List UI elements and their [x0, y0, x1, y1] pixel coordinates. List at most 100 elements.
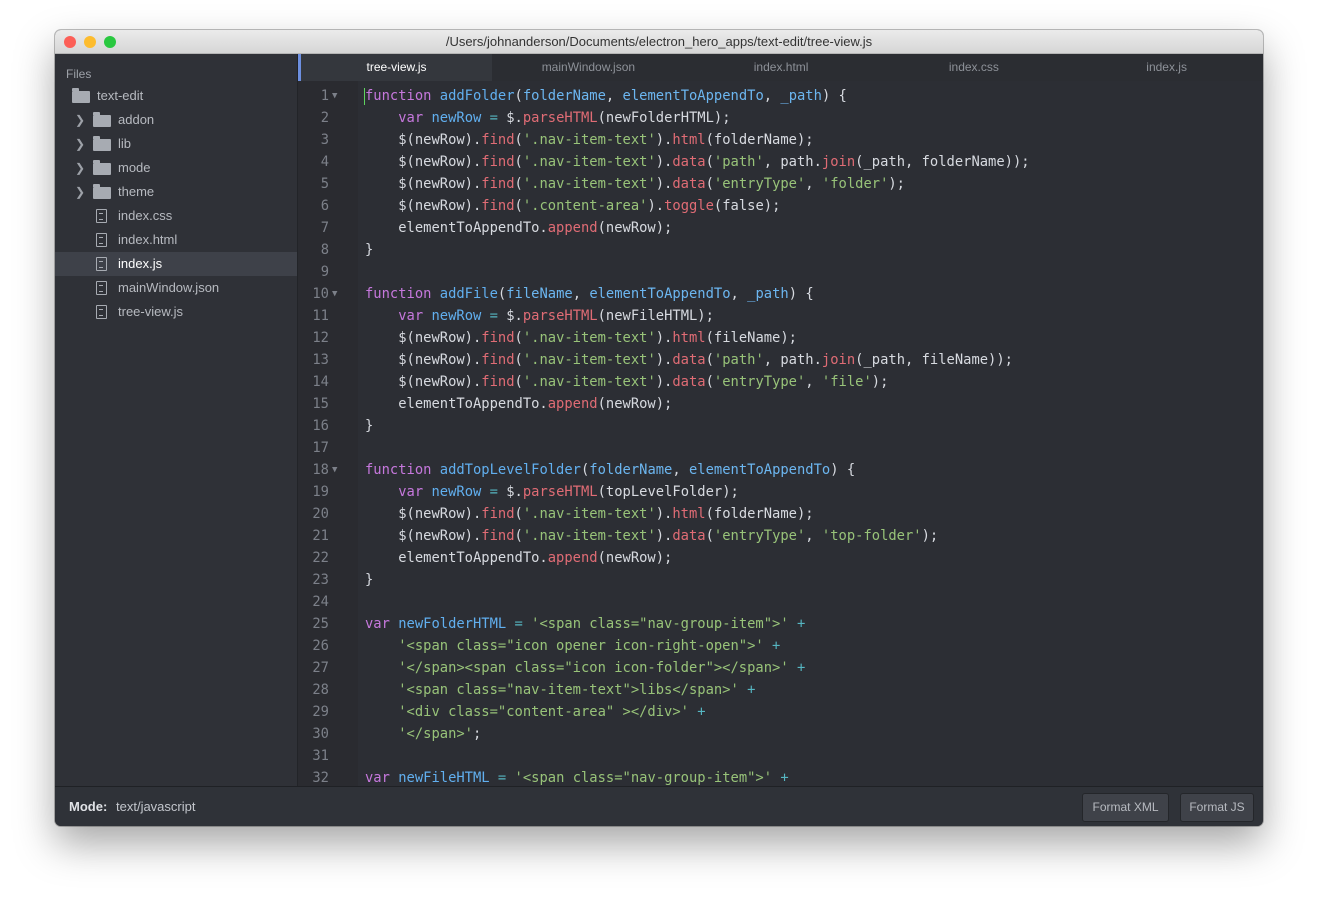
code-line: 16}	[298, 415, 1263, 437]
code-token: 'entryType'	[713, 374, 806, 390]
code-token: parseHTML	[522, 308, 598, 324]
code-token: '<span class="nav-group-item">'	[514, 770, 773, 786]
code-token: '.nav-item-text'	[522, 154, 656, 170]
code-line: 21 $(newRow).find('.nav-item-text').data…	[298, 525, 1263, 547]
code-token: find	[481, 132, 515, 148]
tab-index-html[interactable]: index.html	[685, 54, 878, 81]
code-token: (	[514, 528, 523, 544]
zoom-button[interactable]	[104, 36, 116, 48]
code-line: 26 '<span class="icon opener icon-right-…	[298, 635, 1263, 657]
code-token: (newRow);	[597, 220, 673, 236]
code-token: }	[365, 242, 374, 258]
code-token: $.	[497, 484, 523, 500]
format-xml-button[interactable]: Format XML	[1082, 793, 1169, 822]
line-number: 29	[312, 704, 329, 720]
code-token: html	[672, 506, 706, 522]
code-token: '.nav-item-text'	[522, 528, 656, 544]
code-token: $(newRow).	[365, 330, 482, 346]
code-token: addFolder	[439, 88, 515, 104]
code-text: $(newRow).find('.nav-item-text').html(fo…	[365, 129, 813, 151]
tree-item-lib[interactable]: ❯ lib	[55, 132, 297, 156]
code-line: 2 var newRow = $.parseHTML(newFolderHTML…	[298, 107, 1263, 129]
code-token: ).	[647, 198, 665, 214]
code-token: function	[365, 88, 432, 104]
chevron-right-icon[interactable]: ❯	[75, 108, 85, 132]
code-line: 11 var newRow = $.parseHTML(newFileHTML)…	[298, 305, 1263, 327]
tree-item-index-html[interactable]: index.html	[55, 228, 297, 252]
folder-icon	[93, 184, 111, 199]
code-token: $(newRow).	[365, 374, 482, 390]
code-line: 30 '</span>';	[298, 723, 1263, 745]
chevron-right-icon[interactable]: ❯	[75, 132, 85, 156]
code-token: function	[365, 286, 432, 302]
tab-index-css[interactable]: index.css	[878, 54, 1071, 81]
code-token: (topLevelFolder);	[597, 484, 739, 500]
code-text: var newRow = $.parseHTML(newFolderHTML);	[365, 107, 731, 129]
code-token: newRow	[431, 484, 482, 500]
fold-arrow-icon[interactable]: ▼	[332, 85, 337, 107]
code-token: ) {	[788, 286, 814, 302]
fold-arrow-icon[interactable]: ▼	[332, 459, 337, 481]
code-line: 18 ▼ function addTopLevelFolder(folderName…	[298, 459, 1263, 481]
tree-item-tree-view-js[interactable]: tree-view.js	[55, 300, 297, 324]
tree-root-text-edit[interactable]: text-edit	[55, 84, 297, 108]
tree-item-index-js[interactable]: index.js	[55, 252, 297, 276]
line-number: 22	[312, 550, 329, 566]
code-token: (newRow);	[597, 396, 673, 412]
tree-item-theme[interactable]: ❯ theme	[55, 180, 297, 204]
code-token: ).	[655, 352, 673, 368]
code-token: '.nav-item-text'	[522, 506, 656, 522]
code-token: ,	[805, 528, 822, 544]
code-token: var	[365, 616, 390, 632]
line-number: 17	[312, 440, 329, 456]
line-number: 2	[320, 110, 329, 126]
tree-item-addon[interactable]: ❯ addon	[55, 108, 297, 132]
code-token: $(newRow).	[365, 198, 482, 214]
code-token: (	[514, 88, 523, 104]
chevron-right-icon[interactable]: ❯	[75, 156, 85, 180]
code-token: (	[514, 198, 523, 214]
tab-tree-view-js[interactable]: tree-view.js	[298, 54, 492, 81]
code-token: (newFolderHTML);	[597, 110, 731, 126]
code-text: $(newRow).find('.nav-item-text').data('e…	[365, 525, 938, 547]
code-token: (	[514, 176, 523, 192]
code-text: '<span class="nav-item-text">libs</span>…	[365, 679, 755, 701]
code-token: ,	[805, 176, 822, 192]
tree-item-mode[interactable]: ❯ mode	[55, 156, 297, 180]
code-token: $(newRow).	[365, 528, 482, 544]
code-editor[interactable]: 1 ▼ function addFolder(folderName, element…	[298, 81, 1263, 786]
fold-arrow-icon[interactable]: ▼	[332, 283, 337, 305]
code-token: ;	[473, 726, 482, 742]
line-number: 3	[320, 132, 329, 148]
code-token: '<span class="icon opener icon-right-ope…	[398, 638, 764, 654]
tree-item-index-css[interactable]: index.css	[55, 204, 297, 228]
line-number: 18	[312, 462, 329, 478]
code-token: newRow	[431, 308, 482, 324]
tree-item-mainwindow-json[interactable]: mainWindow.json	[55, 276, 297, 300]
close-button[interactable]	[64, 36, 76, 48]
code-token: (	[705, 352, 714, 368]
code-token: ) {	[821, 88, 847, 104]
code-line: 22 elementToAppendTo.append(newRow);	[298, 547, 1263, 569]
code-text: var newFileHTML = '<span class="nav-grou…	[365, 767, 789, 786]
format-js-button[interactable]: Format JS	[1180, 793, 1254, 822]
code-token: (_path, fileName));	[855, 352, 1013, 368]
code-token: $(newRow).	[365, 506, 482, 522]
code-text: }	[365, 569, 373, 591]
code-token: ).	[655, 330, 673, 346]
code-token: append	[547, 550, 598, 566]
minimize-button[interactable]	[84, 36, 96, 48]
tab-mainwindow-json[interactable]: mainWindow.json	[492, 54, 685, 81]
tab-index-js[interactable]: index.js	[1070, 54, 1263, 81]
code-token: folderName	[522, 88, 606, 104]
line-number: 28	[312, 682, 329, 698]
code-token: '.nav-item-text'	[522, 132, 656, 148]
chevron-right-icon[interactable]: ❯	[75, 180, 85, 204]
